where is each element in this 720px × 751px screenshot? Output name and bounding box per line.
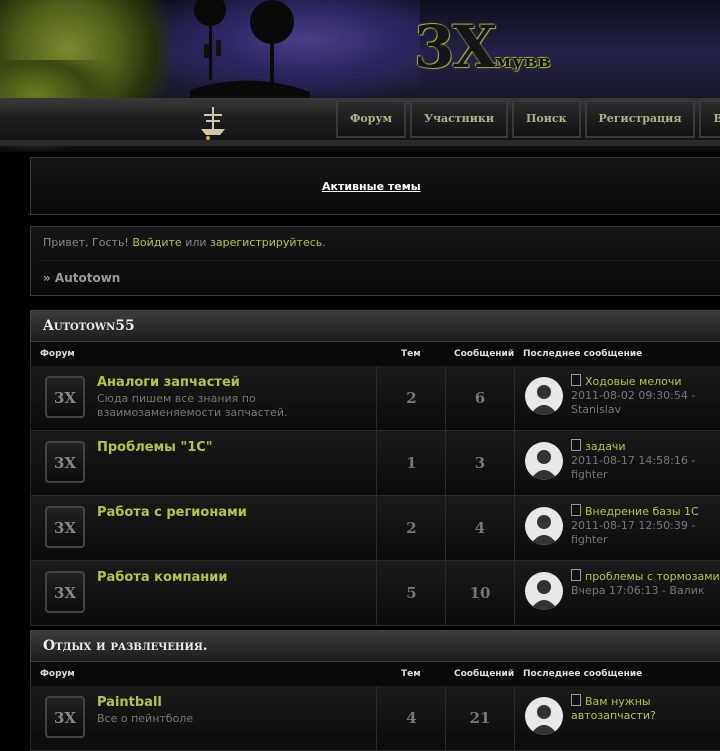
column-headers: Форум Тем Сообщений Последнее сообщение	[30, 342, 720, 366]
register-link[interactable]: зарегистрируйтесь	[210, 236, 322, 249]
last-post: Вам нужны автозапчасти?	[571, 694, 720, 723]
welcome-box: Привет, Гость! Войдите или зарегистрируй…	[30, 226, 720, 296]
active-topics-box: Активные темы	[30, 157, 720, 215]
last-post-user[interactable]: fighter	[571, 533, 608, 546]
posts-count: 3	[445, 431, 514, 495]
topics-count: 2	[376, 496, 446, 560]
forum-row: 3X Работа компании 5 10 проблемы с тормо…	[30, 561, 720, 626]
forum-description: Сюда пишем все знания по взаимозаменяемо…	[97, 392, 288, 419]
document-icon	[571, 439, 581, 451]
last-post: задачи 2011-08-17 14:58:16 - fighter	[571, 439, 720, 482]
col-last: Последнее сообщение	[523, 349, 643, 359]
avatar	[525, 697, 563, 735]
silhouette-trees-image	[190, 0, 310, 100]
last-post: проблемы с тормозами Вчера 17:06:13 - Вал…	[571, 569, 720, 598]
category-title[interactable]: Отдых и развлечения.	[30, 630, 720, 662]
last-post-date: 2011-08-17 12:50:39 -	[571, 519, 696, 532]
col-last: Последнее сообщение	[523, 669, 643, 679]
last-post-date: 2011-08-02 09:30:54 -	[571, 389, 696, 402]
avatar	[525, 507, 563, 545]
last-post-user[interactable]: Stanislav	[571, 403, 621, 416]
or-text: или	[185, 236, 207, 249]
nav-login[interactable]: Войти	[699, 100, 720, 138]
nav-stripe-bottom	[0, 140, 720, 146]
category-leisure: Отдых и развлечения. Форум Тем Сообщений…	[30, 630, 720, 751]
forum-icon: 3X	[45, 506, 85, 548]
posts-count: 6	[445, 366, 514, 430]
last-post-title[interactable]: Вам нужны автозапчасти?	[571, 695, 656, 722]
forum-name[interactable]: Аналоги запчастей	[97, 375, 240, 390]
last-post-date: Вчера 17:06:13 - Валик	[571, 584, 705, 597]
last-post: Ходовые мелочи 2011-08-02 09:30:54 - Stani…	[571, 374, 720, 417]
nav-members[interactable]: Участники	[410, 100, 508, 138]
col-forum: Форум	[40, 349, 75, 359]
last-post-title[interactable]: задачи	[585, 440, 626, 453]
active-topics-link[interactable]: Активные темы	[322, 180, 421, 193]
forum-row: 3X Аналоги запчастей Сюда пишем все знан…	[30, 366, 720, 431]
posts-count: 4	[445, 496, 514, 560]
forum-icon: 3X	[45, 376, 85, 418]
forum-row: 3X Paintball Все о пейнтболе 4 21 Вам ну…	[30, 686, 720, 751]
last-post-title[interactable]: проблемы с тормозами	[585, 570, 720, 583]
greeting-text: Привет, Гость!	[43, 236, 129, 249]
document-icon	[571, 374, 581, 386]
site-logo[interactable]: 3Xмувв	[414, 14, 552, 95]
forum-name[interactable]: Paintball	[97, 695, 162, 710]
category-title[interactable]: Autotown55	[30, 310, 720, 342]
last-post-title[interactable]: Ходовые мелочи	[585, 375, 682, 388]
main-nav: Форум Участники Поиск Регистрация Войти	[336, 100, 720, 138]
topics-count: 4	[376, 686, 446, 750]
col-forum: Форум	[40, 669, 75, 679]
forum-name[interactable]: Проблемы "1С"	[97, 440, 213, 455]
col-posts: Сообщений	[454, 669, 515, 679]
forum-row: 3X Проблемы "1С" 1 3 задачи 2011-08-17 14…	[30, 431, 720, 496]
topics-count: 2	[376, 366, 446, 430]
nav-forum[interactable]: Форум	[336, 100, 407, 138]
col-posts: Сообщений	[454, 349, 515, 359]
column-headers: Форум Тем Сообщений Последнее сообщение	[30, 662, 720, 686]
logo-main: 3X	[414, 13, 497, 81]
forum-name[interactable]: Работа с регионами	[97, 505, 247, 520]
last-post-user[interactable]: fighter	[571, 468, 608, 481]
ship-icon	[201, 107, 225, 140]
login-link[interactable]: Войдите	[132, 236, 181, 249]
document-icon	[571, 504, 581, 516]
forum-description: Все о пейнтболе	[97, 712, 194, 725]
forum-icon: 3X	[45, 696, 85, 738]
last-post: Внедрение базы 1С 2011-08-17 12:50:39 - fi…	[571, 504, 720, 547]
document-icon	[571, 694, 581, 706]
avatar	[525, 572, 563, 610]
last-post-date: 2011-08-17 14:58:16 -	[571, 454, 696, 467]
topics-count: 5	[376, 561, 446, 625]
posts-count: 10	[445, 561, 514, 625]
divider	[41, 260, 720, 261]
forum-row: 3X Работа с регионами 2 4 Внедрение базы…	[30, 496, 720, 561]
forum-icon: 3X	[45, 571, 85, 613]
period-text: .	[322, 236, 326, 249]
forum-icon: 3X	[45, 441, 85, 483]
last-post-title[interactable]: Внедрение базы 1С	[585, 505, 699, 518]
col-topics: Тем	[401, 669, 421, 679]
forum-name[interactable]: Работа компании	[97, 570, 227, 585]
breadcrumb[interactable]: » Autotown	[43, 271, 120, 285]
col-topics: Тем	[401, 349, 421, 359]
nav-register[interactable]: Регистрация	[584, 100, 696, 138]
avatar	[525, 377, 563, 415]
welcome-line: Привет, Гость! Войдите или зарегистрируй…	[43, 236, 326, 249]
avatar	[525, 442, 563, 480]
posts-count: 21	[445, 686, 514, 750]
nav-search[interactable]: Поиск	[512, 100, 581, 138]
document-icon	[571, 569, 581, 581]
site-header: 3Xмувв Форум Участники Поиск Регистрация…	[0, 0, 720, 152]
logo-sub: мувв	[495, 51, 552, 72]
category-autotown55: Autotown55 Форум Тем Сообщений Последнее…	[30, 310, 720, 626]
topics-count: 1	[376, 431, 446, 495]
